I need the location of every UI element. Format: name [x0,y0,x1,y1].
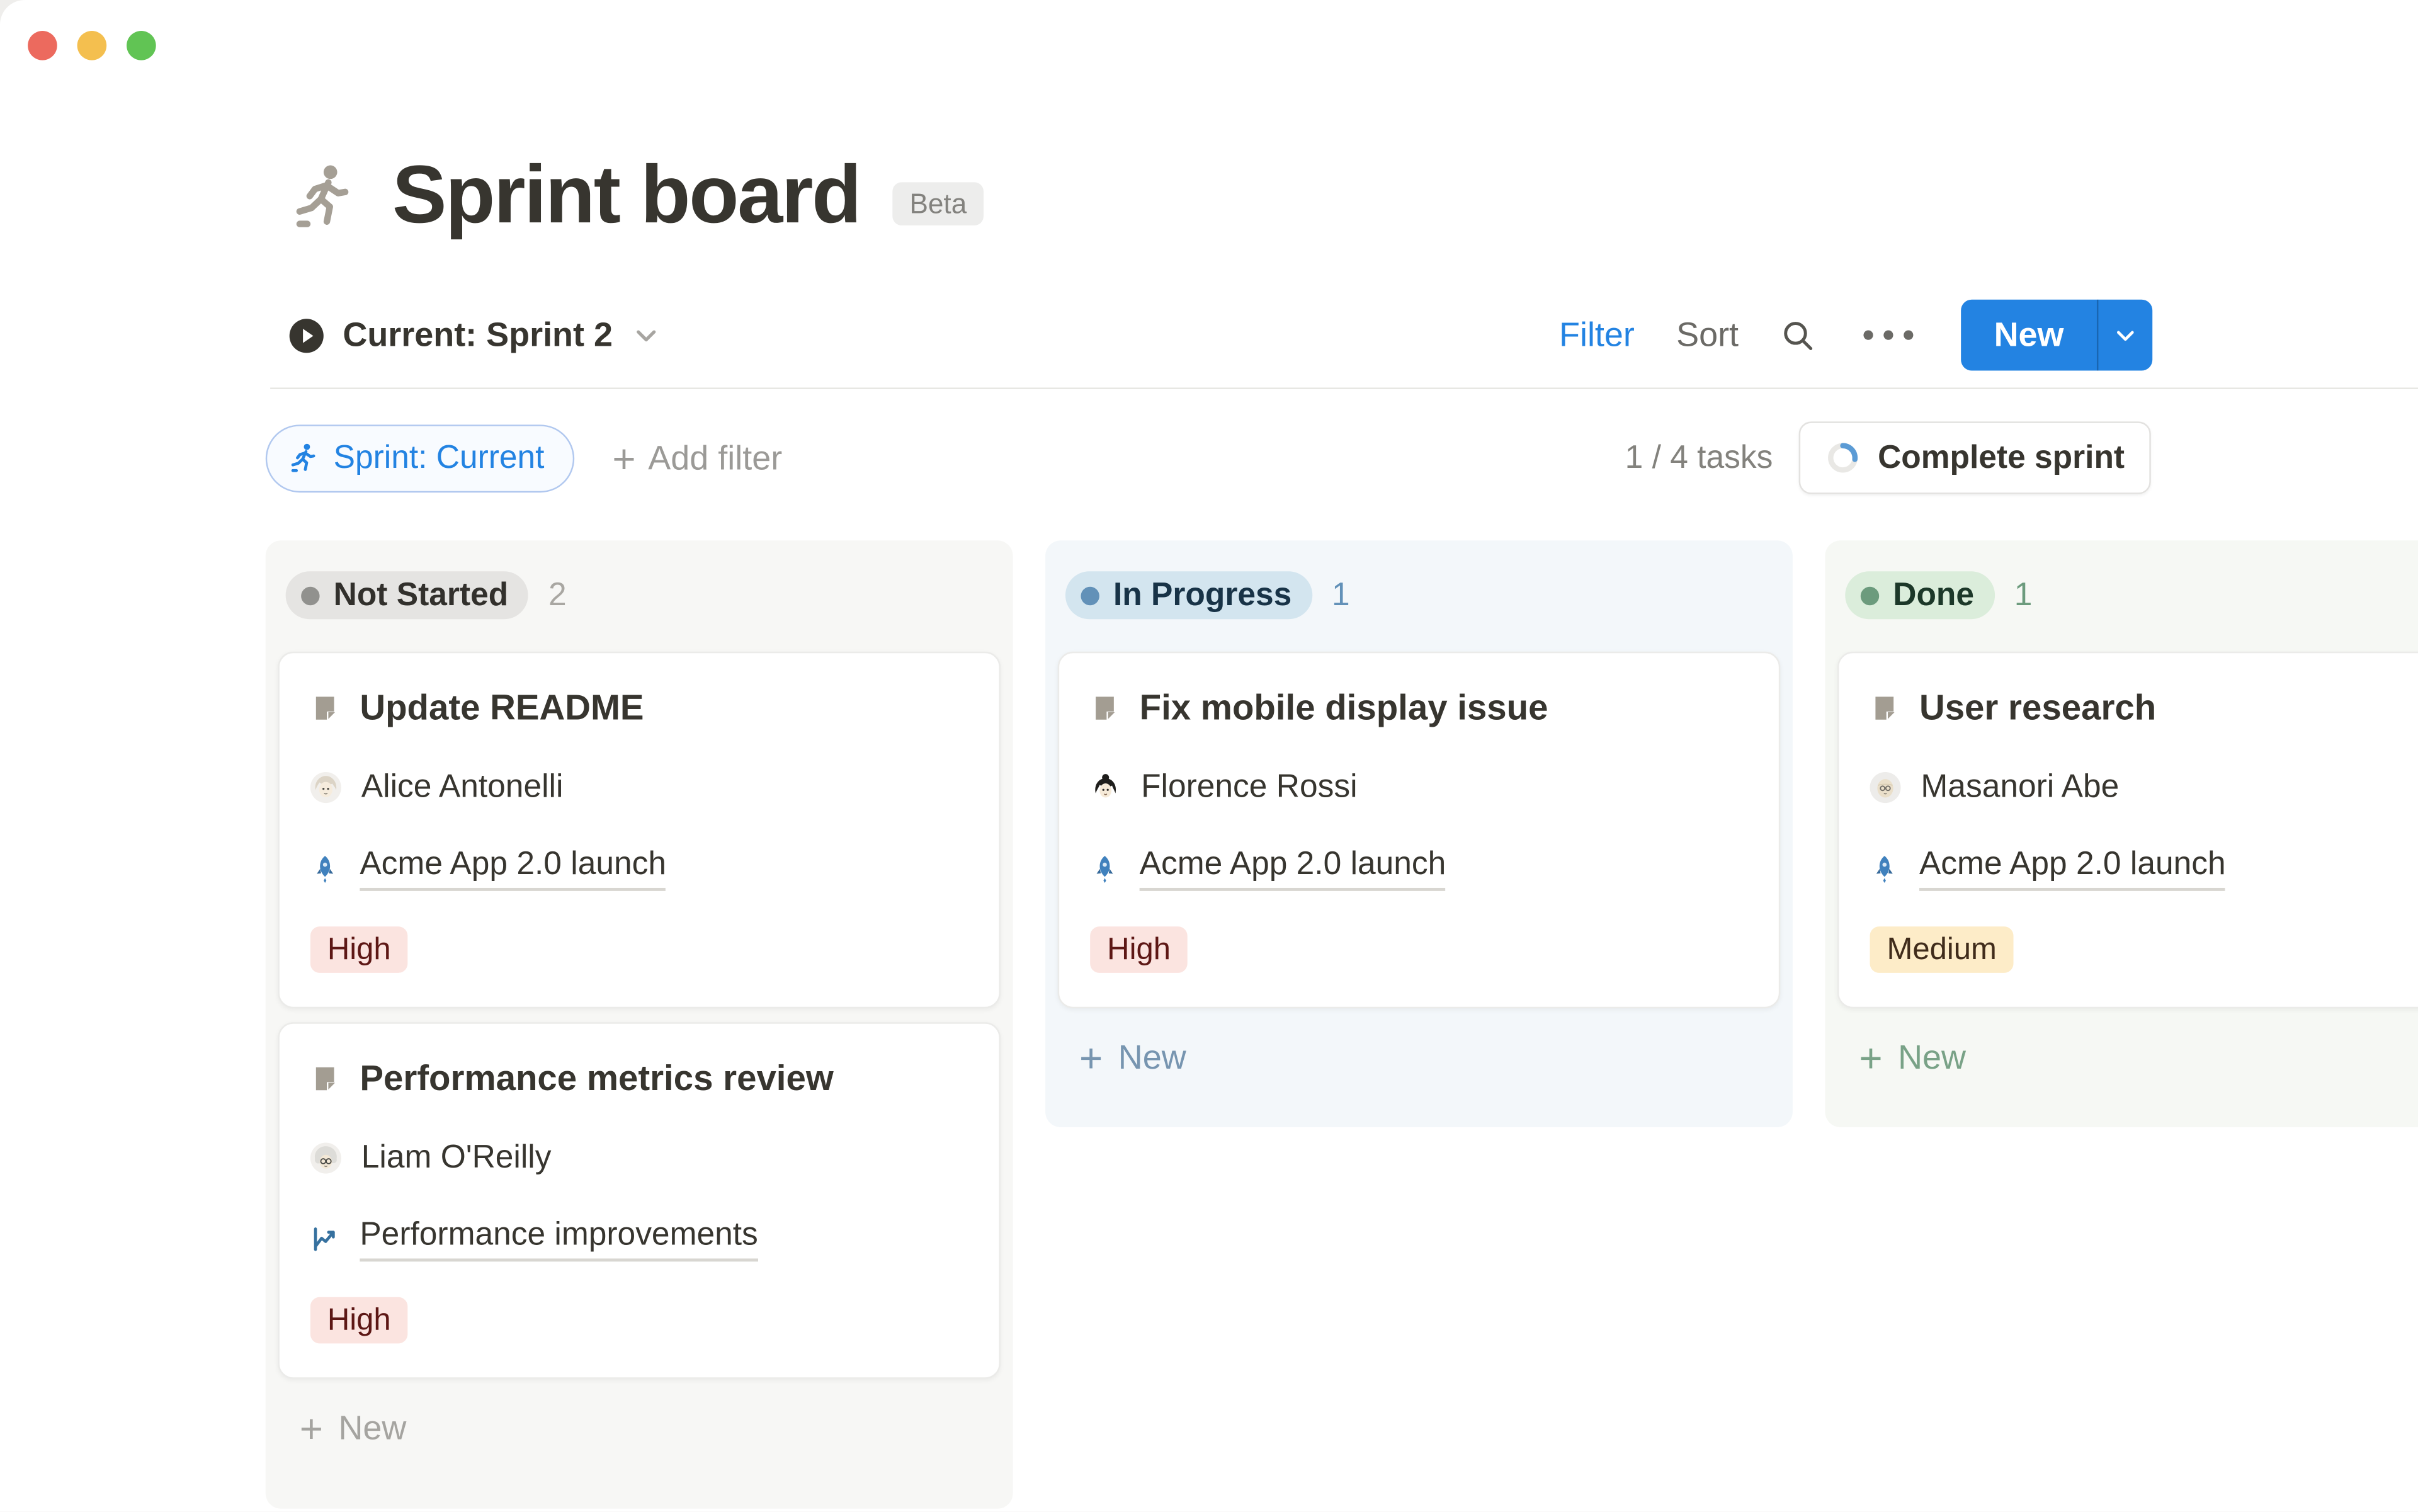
window-controls [28,31,156,60]
board-toolbar: Current: Sprint 2 Filter Sort New [287,300,2152,371]
page-icon [1090,693,1120,722]
task-card[interactable]: User research Masanori Abe Acme App 2.0 … [1837,652,2418,1008]
close-button[interactable] [28,31,57,60]
project-link[interactable]: Acme App 2.0 launch [360,846,666,891]
minimize-button[interactable] [77,31,107,60]
card-title: Fix mobile display issue [1140,686,1548,729]
column-count: 1 [1332,577,1350,614]
avatar [1870,772,1900,803]
status-pill-not-started[interactable]: Not Started [286,571,528,619]
card-title: Performance metrics review [360,1056,833,1100]
play-circle-icon [287,315,326,354]
status-pill-done[interactable]: Done [1845,571,1994,619]
search-icon[interactable] [1780,317,1815,353]
plus-icon: + [300,1408,323,1448]
toolbar-divider [270,387,2418,389]
add-card-button[interactable]: + New [1837,1035,2418,1081]
sprint-filter-label: Sprint: Current [334,440,545,477]
add-card-button[interactable]: + New [278,1405,1001,1452]
page-title: Sprint board [392,148,860,242]
card-title: User research [1919,686,2156,729]
sort-button[interactable]: Sort [1676,315,1739,355]
complete-sprint-button[interactable]: Complete sprint [1799,421,2151,494]
task-card[interactable]: Update README Alice Antonelli Acme App 2… [278,652,1001,1008]
avatar [310,772,341,803]
task-card[interactable]: Performance metrics review Liam O'Reilly… [278,1022,1001,1378]
avatar [1090,772,1121,803]
column-done: Done 1 User research Masanori Abe [1825,540,2418,1127]
assignee-name: Alice Antonelli [361,769,564,806]
new-button-caret[interactable] [2098,324,2152,347]
view-switcher[interactable]: Current: Sprint 2 [287,315,659,355]
add-card-button[interactable]: + New [1058,1035,1781,1081]
add-card-label: New [1898,1038,1966,1078]
status-label: Done [1893,577,1974,614]
runner-icon [287,160,358,231]
new-button-label: New [1961,315,2097,355]
assignee-name: Masanori Abe [1921,769,2119,806]
add-card-label: New [1118,1038,1186,1078]
priority-badge: High [310,926,408,973]
add-filter-button[interactable]: + Add filter [612,438,782,478]
status-label: Not Started [334,577,509,614]
column-count: 1 [2014,577,2033,614]
column-not-started: Not Started 2 Update README Alice Antone… [266,540,1013,1508]
complete-sprint-label: Complete sprint [1878,440,2125,477]
filter-bar-right: 1 / 4 tasks Complete sprint [1625,421,2151,494]
sprint-filter-chip[interactable]: Sprint: Current [266,424,574,492]
toolbar-actions: Filter Sort New [1559,300,2152,371]
priority-badge: High [310,1297,408,1344]
priority-badge: High [1090,926,1188,973]
avatar [310,1143,341,1174]
status-dot [1081,586,1099,605]
page-icon [1870,693,1899,722]
status-pill-in-progress[interactable]: In Progress [1065,571,1312,619]
rocket-icon [1090,854,1120,884]
page-icon [310,693,340,722]
page-icon [310,1063,340,1093]
ellipsis-menu-icon[interactable] [1858,318,1919,352]
chevron-down-icon [2114,324,2137,347]
column-count: 2 [548,577,567,614]
plus-icon: + [1079,1038,1103,1078]
status-dot [1861,586,1879,605]
chart-increasing-icon [310,1225,340,1254]
assignee-name: Florence Rossi [1141,769,1357,806]
runner-icon [287,441,319,474]
page-header: Sprint board Beta [287,148,984,242]
task-progress-label: 1 / 4 tasks [1625,440,1773,477]
chevron-down-icon [633,322,659,348]
status-dot [301,586,319,605]
column-header: Done 1 [1845,571,2418,619]
status-label: In Progress [1113,577,1291,614]
project-link[interactable]: Acme App 2.0 launch [1140,846,1446,891]
column-header: Not Started 2 [286,571,1001,619]
plus-icon: + [1859,1038,1882,1078]
view-label: Current: Sprint 2 [343,315,613,355]
rocket-icon [310,854,340,884]
column-in-progress: In Progress 1 Fix mobile display issue F… [1045,540,1793,1127]
priority-badge: Medium [1870,926,2013,973]
beta-badge: Beta [892,181,984,225]
filter-bar: Sprint: Current + Add filter 1 / 4 tasks… [266,423,2151,492]
column-header: In Progress 1 [1065,571,1780,619]
plus-icon: + [612,438,635,478]
card-title: Update README [360,686,644,729]
project-link[interactable]: Acme App 2.0 launch [1919,846,2226,891]
filter-button[interactable]: Filter [1559,315,1635,355]
add-filter-label: Add filter [648,438,782,478]
filter-bar-left: Sprint: Current + Add filter [266,424,782,492]
add-card-label: New [338,1408,406,1448]
project-link[interactable]: Performance improvements [360,1217,758,1261]
progress-ring-icon [1825,440,1861,475]
zoom-button[interactable] [127,31,156,60]
task-card[interactable]: Fix mobile display issue Florence Rossi … [1058,652,1781,1008]
new-button[interactable]: New [1961,300,2152,371]
notion-window: Sprint board Beta Current: Sprint 2 Filt… [0,0,2418,1512]
rocket-icon [1870,854,1899,884]
assignee-name: Liam O'Reilly [361,1140,552,1177]
